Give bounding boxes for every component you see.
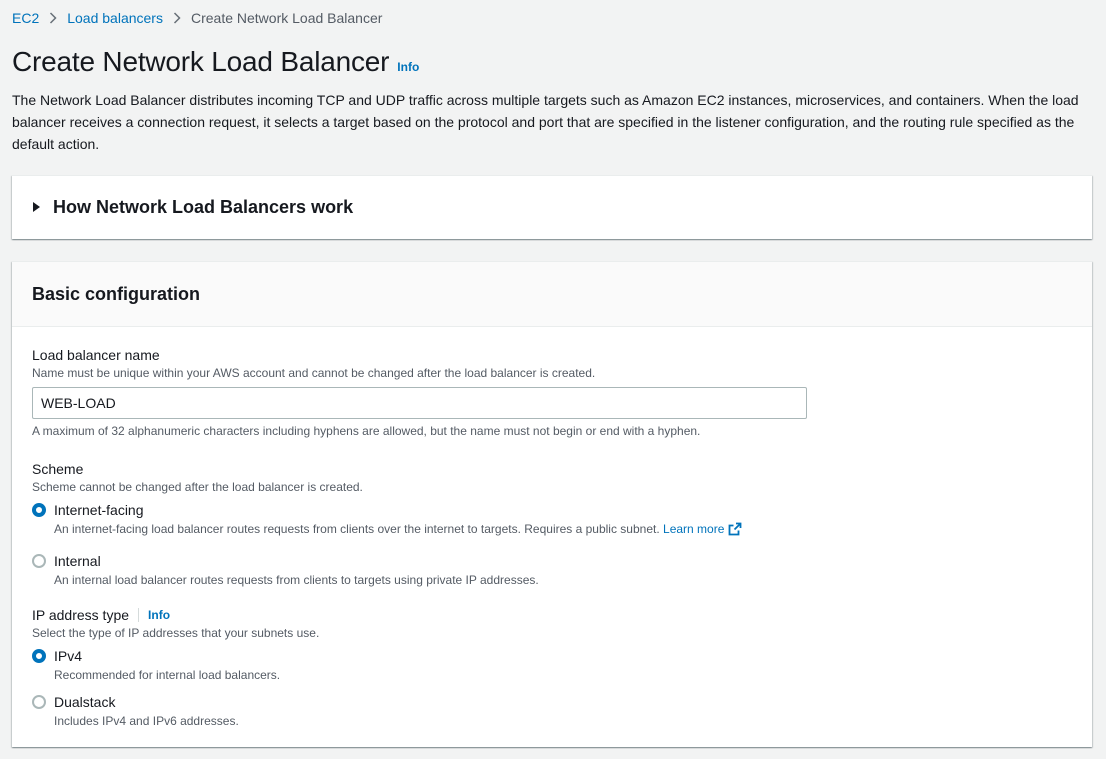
learn-more-link[interactable]: Learn more [663,522,742,536]
chevron-right-icon [173,12,181,24]
page-title: Create Network Load Balancer [12,46,390,77]
breadcrumb: EC2 Load balancers Create Network Load B… [12,8,382,28]
ip-address-type-description: Select the type of IP addresses that you… [32,626,320,640]
label-divider [138,608,140,622]
chevron-right-icon [49,12,57,24]
ip-address-type-info-link[interactable]: Info [148,608,170,622]
load-balancer-name-description: Name must be unique within your AWS acco… [32,366,596,380]
ip-type-option-dualstack[interactable]: Dualstack Includes IPv4 and IPv6 address… [32,693,319,729]
radio-unchecked-icon[interactable] [32,554,46,568]
load-balancer-name-constraint: A maximum of 32 alphanumeric characters … [32,424,701,438]
load-balancer-name-input[interactable] [32,387,807,419]
scheme-internet-facing-label: Internet-facing [54,502,144,518]
scheme-field: Scheme Scheme cannot be changed after th… [32,460,742,588]
how-it-works-toggle[interactable]: How Network Load Balancers work [12,176,1092,238]
scheme-internet-facing-description: An internet-facing load balancer routes … [54,521,742,540]
page-header: Create Network Load Balancer Info [12,46,419,78]
load-balancer-name-field: Load balancer name Name must be unique w… [32,346,807,439]
basic-configuration-panel: Basic configuration Load balancer name N… [12,261,1092,747]
basic-configuration-title: Basic configuration [32,283,201,304]
how-it-works-panel: How Network Load Balancers work [12,175,1092,239]
ip-type-ipv4-label: IPv4 [54,648,83,664]
radio-checked-icon[interactable] [32,503,46,517]
page-description: The Network Load Balancer distributes in… [12,92,1079,152]
learn-more-text: Learn more [663,522,725,536]
caret-right-icon [33,202,40,212]
external-link-icon [728,522,742,540]
how-it-works-title: How Network Load Balancers work [53,196,354,217]
scheme-internal-description: An internal load balancer routes request… [54,573,539,587]
ip-type-option-ipv4[interactable]: IPv4 Recommended for internal load balan… [32,647,319,683]
radio-checked-icon[interactable] [32,649,46,663]
basic-configuration-header: Basic configuration [12,262,1092,327]
breadcrumb-ec2[interactable]: EC2 [12,10,39,26]
ip-type-dualstack-description: Includes IPv4 and IPv6 addresses. [54,714,239,728]
breadcrumb-load-balancers[interactable]: Load balancers [67,10,163,26]
scheme-internal-label: Internal [54,553,101,569]
ip-type-ipv4-description: Recommended for internal load balancers. [54,668,281,682]
page-info-link[interactable]: Info [397,60,419,74]
ip-address-type-field: IP address type Info Select the type of … [32,606,319,729]
load-balancer-name-label: Load balancer name [32,347,160,363]
breadcrumb-current: Create Network Load Balancer [190,10,383,26]
scheme-description: Scheme cannot be changed after the load … [32,480,363,494]
ip-type-dualstack-label: Dualstack [54,694,116,710]
scheme-label: Scheme [32,461,84,477]
scheme-option-internet-facing[interactable]: Internet-facing An internet-facing load … [32,501,742,540]
scheme-option-internal[interactable]: Internal An internal load balancer route… [32,552,742,588]
ip-address-type-label: IP address type [32,607,130,623]
radio-unchecked-icon[interactable] [32,695,46,709]
scheme-internet-facing-text: An internet-facing load balancer routes … [54,522,660,536]
